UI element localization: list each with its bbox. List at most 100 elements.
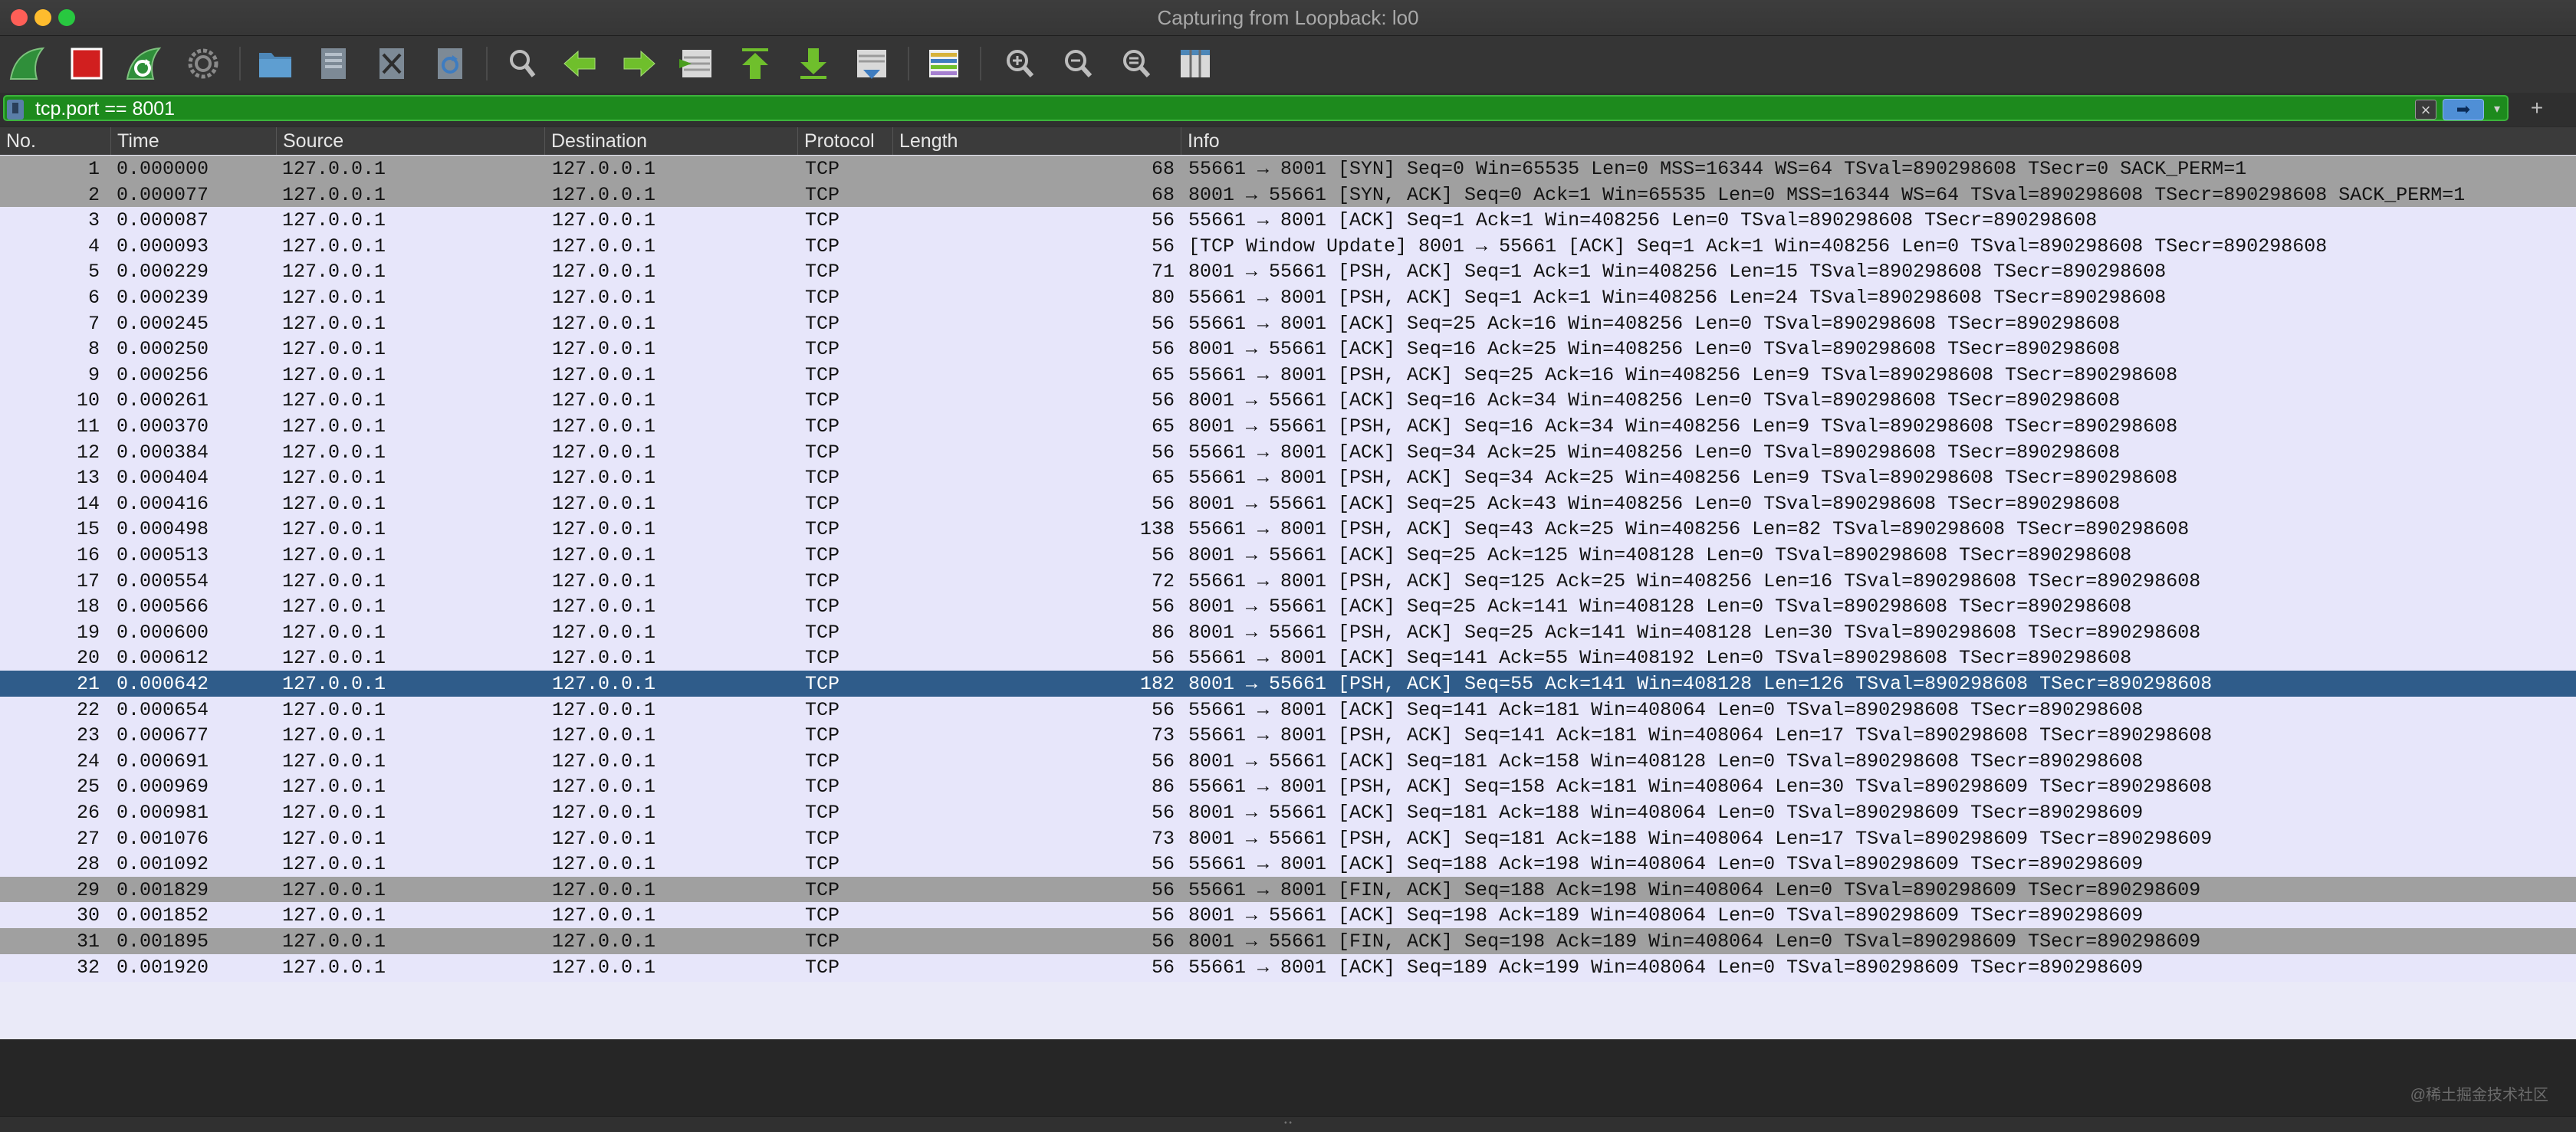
packet-source: 127.0.0.1 — [282, 904, 386, 927]
folder-open-icon[interactable] — [251, 42, 299, 85]
packet-row[interactable]: 30 0.001852 127.0.0.1 127.0.0.1 TCP 56 8001 → … — [0, 902, 2576, 930]
back-arrow-icon[interactable] — [557, 42, 604, 85]
file-save-icon[interactable] — [310, 42, 357, 85]
go-to-packet-icon[interactable] — [673, 42, 721, 85]
packet-info: 55661 → 8001 [ACK] Seq=189 Ack=199 Win=4… — [1188, 956, 2144, 979]
column-header-destination[interactable]: Destination — [544, 127, 797, 155]
autoscroll-icon[interactable] — [848, 42, 895, 85]
packet-protocol: TCP — [805, 287, 840, 309]
restart-fin-icon[interactable] — [121, 42, 169, 85]
column-header-protocol[interactable]: Protocol — [797, 127, 892, 155]
packet-row[interactable]: 4 0.000093 127.0.0.1 127.0.0.1 TCP 56 [TCP Win… — [0, 232, 2576, 261]
packet-protocol: TCP — [805, 235, 840, 258]
packet-source: 127.0.0.1 — [282, 441, 386, 464]
packet-length: 65 — [1151, 363, 1175, 386]
packet-row[interactable]: 1 0.000000 127.0.0.1 127.0.0.1 TCP 68 55661 → … — [0, 156, 2576, 183]
packet-row[interactable]: 6 0.000239 127.0.0.1 127.0.0.1 TCP 80 55661 → … — [0, 284, 2576, 312]
forward-arrow-icon[interactable] — [615, 42, 662, 85]
packet-row[interactable]: 20 0.000612 127.0.0.1 127.0.0.1 TCP 56 55661 →… — [0, 645, 2576, 673]
packet-row[interactable]: 31 0.001895 127.0.0.1 127.0.0.1 TCP 56 8001 → … — [0, 928, 2576, 956]
packet-destination: 127.0.0.1 — [552, 596, 656, 618]
resize-columns-icon[interactable] — [1171, 42, 1219, 85]
packet-number: 24 — [76, 750, 100, 773]
packet-row[interactable]: 5 0.000229 127.0.0.1 127.0.0.1 TCP 71 8001 → 5… — [0, 258, 2576, 287]
packet-source: 127.0.0.1 — [282, 338, 386, 361]
file-close-icon[interactable] — [368, 42, 416, 85]
packet-row[interactable]: 16 0.000513 127.0.0.1 127.0.0.1 TCP 56 8001 → … — [0, 542, 2576, 569]
packet-row[interactable]: 25 0.000969 127.0.0.1 127.0.0.1 TCP 86 55661 →… — [0, 773, 2576, 802]
packet-row[interactable]: 3 0.000087 127.0.0.1 127.0.0.1 TCP 56 55661 → … — [0, 207, 2576, 235]
packet-row[interactable]: 22 0.000654 127.0.0.1 127.0.0.1 TCP 56 55661 →… — [0, 696, 2576, 724]
gear-icon[interactable] — [179, 42, 227, 85]
packet-number: 3 — [87, 209, 100, 232]
clear-filter-button[interactable]: × — [2415, 100, 2436, 120]
packet-source: 127.0.0.1 — [282, 312, 386, 335]
packet-row[interactable]: 8 0.000250 127.0.0.1 127.0.0.1 TCP 56 8001 → 5… — [0, 336, 2576, 364]
packet-row[interactable]: 13 0.000404 127.0.0.1 127.0.0.1 TCP 65 55661 →… — [0, 464, 2576, 493]
packet-row[interactable]: 14 0.000416 127.0.0.1 127.0.0.1 TCP 56 8001 → … — [0, 490, 2576, 518]
reload-icon[interactable] — [426, 42, 474, 85]
zoom-reset-icon[interactable] — [1113, 42, 1161, 85]
packet-source: 127.0.0.1 — [282, 956, 386, 979]
packet-row[interactable]: 23 0.000677 127.0.0.1 127.0.0.1 TCP 73 55661 →… — [0, 722, 2576, 750]
packet-protocol: TCP — [805, 363, 840, 386]
packet-source: 127.0.0.1 — [282, 827, 386, 850]
packet-row[interactable]: 10 0.000261 127.0.0.1 127.0.0.1 TCP 56 8001 → … — [0, 387, 2576, 415]
add-filter-button-icon[interactable]: + — [2525, 96, 2548, 120]
column-header-length[interactable]: Length — [892, 127, 1181, 155]
packet-number: 15 — [76, 518, 100, 541]
pane-splitter-handle[interactable]: • • — [1282, 1120, 1294, 1127]
last-packet-icon[interactable] — [790, 42, 837, 85]
packet-source: 127.0.0.1 — [282, 724, 386, 747]
packet-protocol: TCP — [805, 338, 840, 361]
column-header-no[interactable]: No. — [0, 127, 110, 155]
packet-row[interactable]: 7 0.000245 127.0.0.1 127.0.0.1 TCP 56 55661 → … — [0, 310, 2576, 338]
column-header-time[interactable]: Time — [110, 127, 276, 155]
shark-fin-start-icon[interactable] — [5, 42, 52, 85]
packet-row[interactable]: 26 0.000981 127.0.0.1 127.0.0.1 TCP 56 8001 → … — [0, 799, 2576, 827]
packet-row[interactable]: 18 0.000566 127.0.0.1 127.0.0.1 TCP 56 8001 → … — [0, 593, 2576, 622]
packet-info: 8001 → 55661 [ACK] Seq=25 Ack=125 Win=40… — [1188, 544, 2132, 566]
colorize-icon[interactable] — [920, 42, 968, 85]
stop-square-icon[interactable] — [63, 42, 110, 85]
zoom-out-icon[interactable] — [1055, 42, 1102, 85]
packet-length: 80 — [1151, 287, 1175, 309]
bookmark-icon[interactable] — [7, 100, 24, 120]
packet-row[interactable]: 21 0.000642 127.0.0.1 127.0.0.1 TCP 182 8001 →… — [0, 671, 2576, 698]
first-packet-icon[interactable] — [731, 42, 779, 85]
packet-time: 0.000677 — [117, 724, 209, 747]
packet-row[interactable]: 29 0.001829 127.0.0.1 127.0.0.1 TCP 56 55661 →… — [0, 876, 2576, 904]
packet-destination: 127.0.0.1 — [552, 492, 656, 515]
packet-time: 0.001920 — [117, 956, 209, 979]
packet-length: 56 — [1151, 904, 1175, 927]
packet-row[interactable]: 24 0.000691 127.0.0.1 127.0.0.1 TCP 56 8001 → … — [0, 747, 2576, 776]
packet-row[interactable]: 27 0.001076 127.0.0.1 127.0.0.1 TCP 73 8001 → … — [0, 825, 2576, 853]
packet-length: 73 — [1151, 724, 1175, 747]
recent-filters-dropdown-icon[interactable]: ▾ — [2487, 99, 2507, 120]
packet-row[interactable]: 28 0.001092 127.0.0.1 127.0.0.1 TCP 56 55661 →… — [0, 851, 2576, 879]
packet-row[interactable]: 2 0.000077 127.0.0.1 127.0.0.1 TCP 68 8001 → 5… — [0, 181, 2576, 209]
packet-row[interactable]: 15 0.000498 127.0.0.1 127.0.0.1 TCP 138 55661 … — [0, 516, 2576, 544]
packet-time: 0.000000 — [117, 158, 209, 180]
column-header-source[interactable]: Source — [276, 127, 544, 155]
packet-row[interactable]: 32 0.001920 127.0.0.1 127.0.0.1 TCP 56 55661 →… — [0, 953, 2576, 982]
packet-row[interactable]: 19 0.000600 127.0.0.1 127.0.0.1 TCP 86 8001 → … — [0, 618, 2576, 647]
packet-protocol: TCP — [805, 930, 840, 953]
find-icon[interactable] — [498, 42, 546, 85]
packet-source: 127.0.0.1 — [282, 492, 386, 515]
apply-filter-button[interactable]: ➡ — [2443, 99, 2484, 120]
packet-row[interactable]: 12 0.000384 127.0.0.1 127.0.0.1 TCP 56 55661 →… — [0, 438, 2576, 467]
packet-destination: 127.0.0.1 — [552, 621, 656, 644]
packet-row[interactable]: 11 0.000370 127.0.0.1 127.0.0.1 TCP 65 8001 → … — [0, 413, 2576, 441]
packet-info: 55661 → 8001 [PSH, ACK] Seq=43 Ack=25 Wi… — [1188, 518, 2190, 541]
packet-protocol: TCP — [805, 621, 840, 644]
packet-number: 6 — [87, 287, 100, 309]
packet-row[interactable]: 17 0.000554 127.0.0.1 127.0.0.1 TCP 72 55661 →… — [0, 567, 2576, 596]
packet-source: 127.0.0.1 — [282, 569, 386, 592]
zoom-in-icon[interactable] — [997, 42, 1044, 85]
display-filter-input[interactable] — [35, 97, 2381, 121]
column-header-info[interactable]: Info — [1181, 127, 2576, 155]
packet-number: 14 — [76, 492, 100, 515]
packet-destination: 127.0.0.1 — [552, 441, 656, 464]
packet-row[interactable]: 9 0.000256 127.0.0.1 127.0.0.1 TCP 65 55661 → … — [0, 361, 2576, 389]
